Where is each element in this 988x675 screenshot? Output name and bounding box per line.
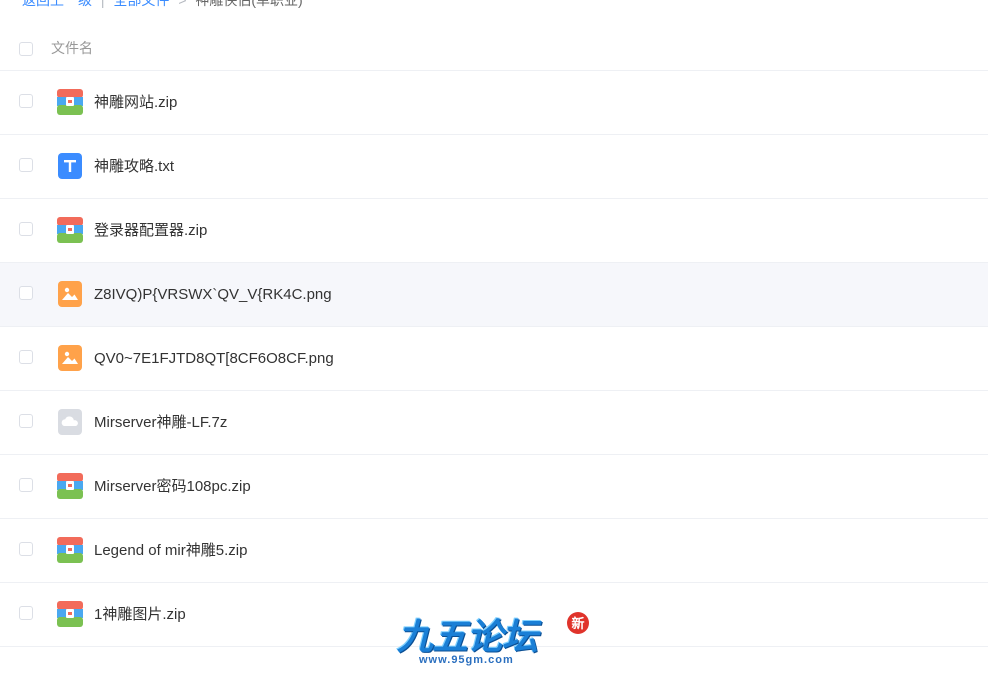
file-row[interactable]: Mirserver神雕-LF.7z xyxy=(0,391,988,455)
zip-archive-icon xyxy=(57,537,83,563)
file-name[interactable]: Legend of mir神雕5.zip xyxy=(94,519,247,582)
file-select-checkbox[interactable] xyxy=(19,606,33,620)
file-row[interactable]: QV0~7E1FJTD8QT[8CF6O8CF.png xyxy=(0,327,988,391)
image-file-icon xyxy=(58,281,82,307)
file-select-checkbox[interactable] xyxy=(19,414,33,428)
file-select-checkbox[interactable] xyxy=(19,222,33,236)
file-name[interactable]: 1神雕图片.zip xyxy=(94,583,186,646)
back-link[interactable]: 返回上一级 xyxy=(22,0,92,8)
file-name[interactable]: Mirserver神雕-LF.7z xyxy=(94,391,227,454)
file-name[interactable]: 登录器配置器.zip xyxy=(94,199,207,262)
file-select-checkbox[interactable] xyxy=(19,286,33,300)
file-name[interactable]: 神雕网站.zip xyxy=(94,71,177,134)
file-row[interactable]: Legend of mir神雕5.zip xyxy=(0,519,988,583)
breadcrumb-separator: | xyxy=(100,0,105,8)
breadcrumb-arrow: > xyxy=(178,0,187,8)
file-name[interactable]: Z8IVQ)P{VRSWX`QV_V{RK4C.png xyxy=(94,263,332,326)
image-file-icon xyxy=(58,345,82,371)
table-header: 文件名 xyxy=(0,25,988,71)
file-list: 神雕网站.zip 神雕攻略.txt 登录器配置器.zip Z8IVQ)P{VRSWX`… xyxy=(0,71,988,647)
new-badge-text: 新 xyxy=(571,616,584,632)
file-row[interactable]: 神雕攻略.txt xyxy=(0,135,988,199)
file-name[interactable]: QV0~7E1FJTD8QT[8CF6O8CF.png xyxy=(94,327,334,390)
file-row[interactable]: Mirserver密码108pc.zip xyxy=(0,455,988,519)
zip-archive-icon xyxy=(57,601,83,627)
file-select-checkbox[interactable] xyxy=(19,542,33,556)
watermark-url: www.95gm.com xyxy=(419,654,514,666)
watermark-logo: 九五论坛 www.95gm.com 新 xyxy=(395,606,595,671)
file-name[interactable]: Mirserver密码108pc.zip xyxy=(94,455,251,518)
file-select-checkbox[interactable] xyxy=(19,158,33,172)
zip-archive-icon xyxy=(57,89,83,115)
text-file-icon xyxy=(58,153,82,179)
file-select-checkbox[interactable] xyxy=(19,94,33,108)
cloud-file-icon xyxy=(58,409,82,435)
zip-archive-icon xyxy=(57,473,83,499)
current-folder: 神雕侠侣(单职业) xyxy=(195,0,303,8)
file-browser: 返回上一级 | 全部文件 > 神雕侠侣(单职业) 文件名 神雕网站.zip 神雕攻… xyxy=(0,0,988,675)
file-select-checkbox[interactable] xyxy=(19,478,33,492)
file-select-checkbox[interactable] xyxy=(19,350,33,364)
watermark-title: 九五论坛 xyxy=(397,617,538,658)
column-header-filename[interactable]: 文件名 xyxy=(51,25,93,71)
new-badge-icon: 新 xyxy=(567,612,589,634)
file-row[interactable]: Z8IVQ)P{VRSWX`QV_V{RK4C.png xyxy=(0,263,988,327)
file-name[interactable]: 神雕攻略.txt xyxy=(94,135,174,198)
select-all-checkbox[interactable] xyxy=(19,42,33,56)
file-row[interactable]: 登录器配置器.zip xyxy=(0,199,988,263)
all-files-link[interactable]: 全部文件 xyxy=(113,0,169,8)
breadcrumb: 返回上一级 | 全部文件 > 神雕侠侣(单职业) xyxy=(22,0,303,11)
zip-archive-icon xyxy=(57,217,83,243)
file-row[interactable]: 神雕网站.zip xyxy=(0,71,988,135)
